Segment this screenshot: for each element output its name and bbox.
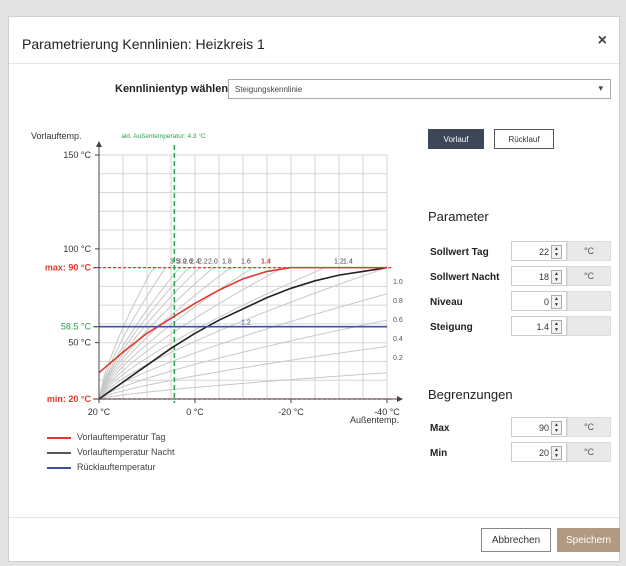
curve-type-value: Steigungskennlinie (235, 85, 303, 94)
save-button[interactable]: Speichern (557, 528, 620, 552)
curve-type-label: Kennlinientyp wählen (115, 83, 229, 95)
y-axis-arrow (96, 141, 102, 147)
legend-swatch-day (47, 436, 71, 439)
legend-label-night: Vorlauftemperatur Nacht (77, 447, 175, 457)
y-tick-label: 100 °C (63, 244, 91, 254)
parameter-section-title: Parameter (428, 209, 489, 224)
spinner-icon[interactable]: ▲ ▼ (551, 270, 562, 284)
sollwert-tag-unit: °C (567, 241, 611, 261)
ruecklauf-button[interactable]: Rücklauf (494, 129, 554, 149)
min-input[interactable]: 20 ▲ ▼ (511, 442, 567, 462)
parameter-dialog: Parametrierung Kennlinien: Heizkreis 1 ×… (8, 16, 620, 562)
niveau-unit (567, 291, 611, 311)
x-tick-label: 0 °C (186, 407, 204, 417)
param-label-niveau: Niveau (430, 297, 463, 308)
legend-label-return: Rücklauftemperatur (77, 462, 156, 472)
x-axis-arrow (397, 396, 403, 402)
cancel-button[interactable]: Abbrechen (481, 528, 551, 552)
y-tick-label: 58.5 °C (61, 322, 92, 332)
vorlauf-button[interactable]: Vorlauf (428, 129, 484, 149)
steigung-value: 1.4 (536, 322, 549, 332)
niveau-value: 0 (543, 297, 549, 307)
spinner-icon[interactable]: ▲ ▼ (551, 446, 562, 460)
sollwert-tag-value: 22 (538, 247, 549, 257)
x-tick-label: -20 °C (278, 407, 304, 417)
slope-label: 0.2 (393, 355, 403, 362)
slope-label: 2.0 (208, 259, 218, 266)
slope-label: 1.6 (241, 259, 251, 266)
outside-temp-label: akt. Außentemperatur: 4.3 °C (121, 132, 206, 140)
x-tick-label: 20 °C (88, 407, 111, 417)
y-axis-title: Vorlauftemp. (31, 131, 82, 141)
param-label-sollwert-nacht: Sollwert Nacht (430, 272, 500, 283)
limit-label-min: Min (430, 448, 448, 459)
param-label-steigung: Steigung (430, 322, 473, 333)
spinner-icon[interactable]: ▲ ▼ (551, 421, 562, 435)
y-tick-label: 150 °C (63, 150, 91, 160)
y-tick-label: 50 °C (68, 338, 91, 348)
sollwert-tag-input[interactable]: 22 ▲ ▼ (511, 241, 567, 261)
sollwert-nacht-unit: °C (567, 266, 611, 286)
legend-item-night: Vorlauftemperatur Nacht (47, 447, 175, 457)
slope-label: 0.8 (393, 298, 403, 305)
x-axis-title: Außentemp. (350, 415, 399, 425)
slope-label: 0.4 (393, 336, 403, 343)
legend-label-day: Vorlauftemperatur Tag (77, 432, 166, 442)
curve-type-select[interactable]: Steigungskennlinie ▾ (228, 79, 611, 99)
slope-label: 2.2 (198, 259, 208, 266)
sollwert-nacht-input[interactable]: 18 ▲ ▼ (511, 266, 567, 286)
legend-item-day: Vorlauftemperatur Tag (47, 432, 165, 442)
spinner-icon[interactable]: ▲ ▼ (551, 295, 562, 309)
legend-swatch-return (47, 466, 71, 469)
param-label-sollwert-tag: Sollwert Tag (430, 247, 489, 258)
min-value: 20 (538, 448, 549, 458)
steigung-unit (567, 316, 611, 336)
slope-label: 1.8 (222, 259, 232, 266)
slope-label: 1.4 (343, 259, 353, 266)
max-input[interactable]: 90 ▲ ▼ (511, 417, 567, 437)
spinner-icon[interactable]: ▲ ▼ (551, 320, 562, 334)
max-unit: °C (567, 417, 611, 437)
sollwert-nacht-value: 18 (538, 272, 549, 282)
heating-curve-chart: 3.53.02.62.42.2 2.0 1.8 1.6 1.4 1.2 1.41.00.80… (31, 131, 403, 425)
header-divider (9, 63, 619, 64)
niveau-input[interactable]: 0 ▲ ▼ (511, 291, 567, 311)
steigung-input[interactable]: 1.4 ▲ ▼ (511, 316, 567, 336)
slope-label: 1.4 (261, 259, 271, 266)
min-unit: °C (567, 442, 611, 462)
dialog-title: Parametrierung Kennlinien: Heizkreis 1 (22, 36, 265, 52)
return-line-label: 1.2 (241, 320, 251, 327)
max-value: 90 (538, 423, 549, 433)
close-icon[interactable]: × (598, 32, 607, 50)
y-tick-label: min: 20 °C (47, 394, 92, 404)
slope-label: 0.6 (393, 317, 403, 324)
y-tick-label: max: 90 °C (45, 263, 92, 273)
legend-swatch-night (47, 451, 71, 454)
slope-label: 1.0 (393, 279, 403, 286)
legend-item-return: Rücklauftemperatur (47, 462, 156, 472)
chevron-down-icon: ▾ (598, 83, 603, 93)
limits-section-title: Begrenzungen (428, 387, 513, 402)
limit-label-max: Max (430, 423, 450, 434)
spinner-icon[interactable]: ▲ ▼ (551, 245, 562, 259)
footer-divider (9, 517, 619, 518)
